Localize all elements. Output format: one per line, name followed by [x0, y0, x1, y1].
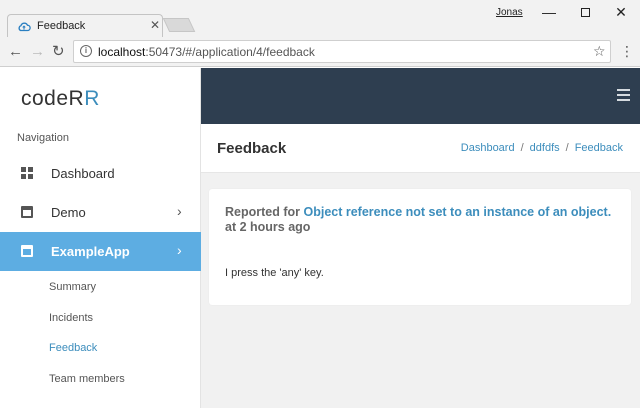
submenu-summary[interactable]: Summary — [49, 281, 96, 293]
logo[interactable]: codeRR — [21, 87, 100, 111]
sidebar-item-label: Dashboard — [51, 166, 115, 181]
url-host: localhost — [98, 45, 146, 59]
url-text[interactable]: localhost:50473/#/application/4/feedback — [98, 45, 315, 59]
nav-heading: Navigation — [17, 132, 69, 144]
browser-menu-icon[interactable]: ⋮ — [620, 43, 634, 60]
submenu-feedback[interactable]: Feedback — [49, 342, 97, 354]
reload-icon[interactable]: ↻ — [52, 44, 65, 59]
maximize-icon[interactable] — [568, 0, 602, 24]
sidebar: codeRR Navigation Dashboard Demo › Examp… — [0, 68, 201, 408]
window-icon — [21, 206, 33, 218]
page-title: Feedback — [217, 140, 287, 157]
page-header: Feedback Dashboard / ddfdfs / Feedback — [201, 124, 640, 173]
profile-name[interactable]: Jonas — [496, 7, 523, 18]
back-icon[interactable]: ← — [8, 44, 23, 59]
new-tab-button[interactable] — [162, 18, 196, 32]
sidebar-item-demo[interactable]: Demo › — [0, 193, 201, 232]
breadcrumb-feedback[interactable]: Feedback — [575, 142, 623, 154]
bookmark-star-icon[interactable]: ☆ — [593, 43, 606, 60]
feedback-card: Reported for Object reference not set to… — [209, 189, 631, 305]
sidebar-item-label: Demo — [51, 205, 86, 220]
close-window-icon[interactable]: ✕ — [604, 0, 638, 24]
app-root: codeRR Navigation Dashboard Demo › Examp… — [0, 68, 640, 408]
forward-icon[interactable]: → — [30, 44, 45, 59]
cloud-icon — [18, 22, 31, 32]
dashboard-icon — [21, 167, 33, 179]
chevron-right-icon: › — [177, 203, 182, 219]
main-content: Feedback Dashboard / ddfdfs / Feedback Repor… — [201, 68, 640, 408]
top-navbar — [201, 68, 640, 124]
browser-title-bar: Feedback ✕ Jonas — ✕ — [0, 0, 640, 38]
feedback-header: Reported for Object reference not set to… — [225, 205, 625, 235]
submenu-team-members[interactable]: Team members — [49, 373, 125, 385]
hamburger-menu-icon[interactable] — [617, 89, 630, 101]
url-path: :50473/#/application/4/feedback — [145, 45, 315, 59]
minimize-icon[interactable]: — — [532, 0, 566, 24]
incident-link[interactable]: Object reference not set to an instance … — [303, 205, 611, 219]
address-bar[interactable]: i localhost:50473/#/application/4/feedba… — [73, 40, 611, 63]
breadcrumb-dashboard[interactable]: Dashboard — [461, 142, 515, 154]
browser-toolbar: ← → ↻ i localhost:50473/#/application/4/… — [0, 37, 640, 67]
reported-prefix: Reported for — [225, 205, 300, 219]
breadcrumb-application[interactable]: ddfdfs — [530, 142, 560, 154]
browser-tab[interactable]: Feedback ✕ — [7, 14, 163, 38]
reported-time: at 2 hours ago — [225, 220, 311, 234]
breadcrumb-separator: / — [565, 142, 569, 154]
sidebar-item-dashboard[interactable]: Dashboard — [0, 154, 201, 193]
breadcrumb-separator: / — [520, 142, 524, 154]
submenu-incidents[interactable]: Incidents — [49, 312, 93, 324]
logo-accent: R — [84, 87, 100, 110]
sidebar-item-label: ExampleApp — [51, 244, 130, 259]
breadcrumb: Dashboard / ddfdfs / Feedback — [461, 142, 623, 154]
sidebar-item-exampleapp[interactable]: ExampleApp › — [0, 232, 201, 271]
info-icon[interactable]: i — [80, 45, 92, 57]
close-tab-icon[interactable]: ✕ — [150, 18, 160, 32]
tab-title: Feedback — [37, 20, 86, 32]
chevron-right-icon: › — [177, 242, 182, 258]
window-icon — [21, 245, 33, 257]
logo-main: codeR — [21, 87, 85, 110]
feedback-message: I press the 'any' key. — [225, 267, 324, 279]
